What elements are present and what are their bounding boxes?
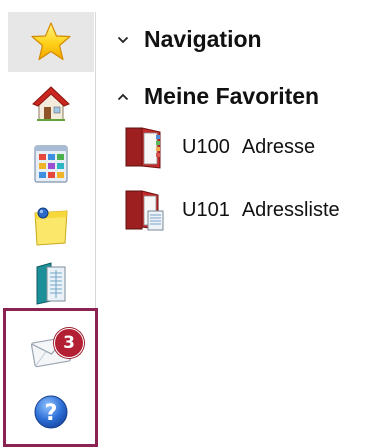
sidebar-item-favorites[interactable] [8,12,94,72]
favorite-name: Adressliste [241,198,340,221]
chevron-up-icon [116,90,130,104]
favorite-item-u101[interactable]: U101 Adressliste [120,187,340,233]
sticky-note-icon [31,205,71,247]
sidebar-item-notes[interactable] [8,198,94,254]
tree-node-favorites[interactable]: Meine Favoriten [116,83,319,110]
navigation-tree: Navigation Meine Favoriten U100 Adresse … [96,0,377,448]
app-window: ? 3 Navigation Meine Favoriten U100 Adre… [0,0,377,448]
favorite-item-u100[interactable]: U100 Adresse [120,124,315,170]
address-book-icon [120,124,166,170]
sidebar-item-apps[interactable] [8,136,94,192]
favorite-code: U100 [182,135,230,158]
chevron-down-icon [116,33,130,47]
tree-node-label: Meine Favoriten [144,83,320,109]
house-icon [31,84,71,124]
highlight-frame [3,308,98,447]
app-grid-icon [32,144,70,184]
favorite-code: U101 [182,198,230,221]
sidebar-item-documents[interactable] [8,258,94,308]
favorite-name: Adresse [241,135,316,158]
address-list-icon [120,187,166,233]
sidebar-item-home[interactable] [8,78,94,130]
tree-node-navigation[interactable]: Navigation [116,26,262,53]
document-icon [33,261,69,305]
star-icon [30,21,72,63]
tree-node-label: Navigation [144,26,262,52]
